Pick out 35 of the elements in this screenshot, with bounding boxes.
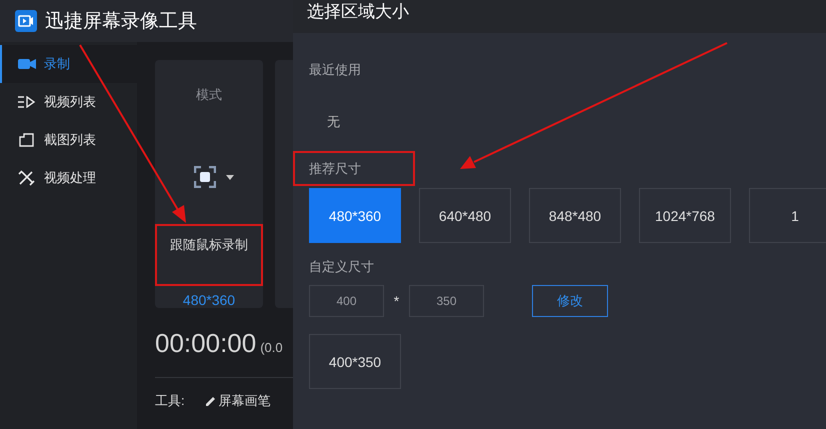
times-sign: * [392, 293, 400, 309]
camera-icon [18, 58, 36, 70]
tools-icon [18, 170, 36, 186]
modify-button[interactable]: 修改 [532, 285, 608, 317]
logo-icon [15, 10, 37, 32]
section-heading: 自定义尺寸 [309, 258, 374, 276]
section-heading: 最近使用 [309, 61, 361, 79]
pen-tool-button[interactable]: 屏幕画笔 [204, 392, 271, 410]
custom-size-option[interactable]: 400*350 [309, 334, 401, 389]
timer: 00:00:00 [155, 328, 256, 359]
dialog-title: 选择区域大小 [307, 1, 409, 23]
size-option[interactable]: 848*480 [529, 188, 621, 243]
caret-icon[interactable] [226, 174, 234, 180]
size-option[interactable]: 640*480 [419, 188, 511, 243]
pen-icon [204, 395, 217, 407]
timer-detail: (0.0 [260, 340, 283, 355]
width-field[interactable]: 400 [309, 285, 384, 317]
mode-label: 跟随鼠标录制 [170, 236, 248, 253]
focus-frame-icon [194, 166, 216, 188]
card-heading: 模式 [196, 86, 222, 104]
sidebar-item[interactable]: 截图列表 [0, 121, 137, 159]
frame-icon [18, 133, 36, 147]
sidebar-item[interactable]: 视频处理 [0, 159, 137, 197]
height-field[interactable]: 350 [409, 285, 484, 317]
mode-size: 480*360 [182, 292, 236, 308]
sidebar-item[interactable]: 视频列表 [0, 83, 137, 121]
section-heading: 推荐尺寸 [309, 160, 361, 178]
recent-empty-text: 无 [327, 113, 340, 131]
size-option[interactable]: 480*360 [309, 188, 401, 243]
list-icon [18, 96, 36, 108]
sidebar-item[interactable]: 录制 [0, 45, 137, 83]
size-option[interactable]: 1 [749, 188, 826, 243]
tools-label: 工具: [155, 392, 185, 410]
app-title: 迅捷屏幕录像工具 [45, 10, 197, 34]
size-option[interactable]: 1024*768 [639, 188, 731, 243]
